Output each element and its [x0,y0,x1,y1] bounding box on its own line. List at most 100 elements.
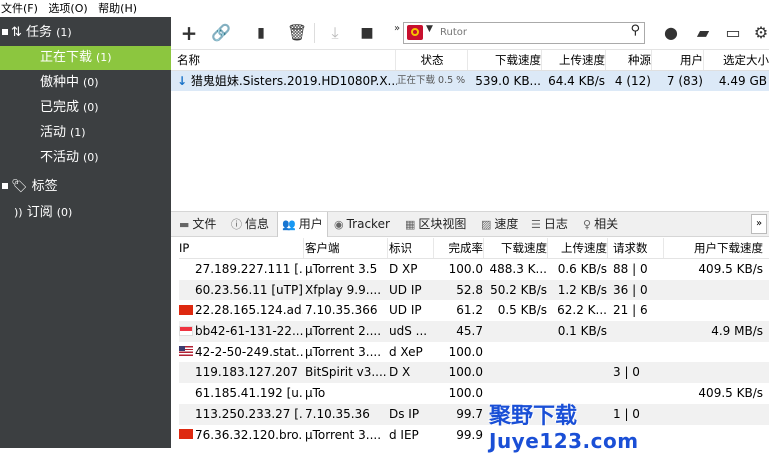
tab-tracker[interactable]: ◉ Tracker [334,212,390,236]
peer-down [485,342,547,363]
table-row[interactable]: 42-2-50-249.stat... µTorrent 3.... d XeP 10… [179,342,769,363]
search-provider-icon[interactable] [407,25,423,40]
peer-pct: 45.7 [456,324,483,339]
chart-icon: ▨ [481,218,492,231]
col-percent[interactable]: 完成率 [435,238,484,258]
peer-req: 36 | 0 [613,282,648,297]
peer-flags: UD IP [389,282,422,297]
download-arrow-icon[interactable]: ⤓ [323,21,347,45]
table-row[interactable]: 61.185.41.192 [u... µTo 100.0 409.5 KB/s [179,383,769,404]
add-torrent-icon[interactable]: + [177,21,201,45]
link-icon[interactable]: 🔗 [209,21,233,45]
peer-up: 1.2 KB/s [557,282,607,297]
flag-cn-icon [179,304,193,315]
peer-up [549,342,607,363]
peer-req: 88 | 0 [613,262,648,276]
peer-pct: 100.0 [448,344,483,359]
peer-ip: bb42-61-131-22... [179,321,303,342]
search-box[interactable]: ▼ ⚲ [403,22,645,44]
peer-down: 50.2 KB/s [490,282,547,297]
detail-tabs: ▬ 文件 ⓘ 信息 👥 用户 ◉ Tracker ▦ 区块视图 ▨ 速度 ☰ 日志 ♀ 相关 » [171,211,769,237]
monitor-icon[interactable]: ▭ [721,21,745,45]
peer-client: 7.10.35.366 [305,303,378,318]
tab-pieces[interactable]: ▦ 区块视图 [405,212,466,236]
create-torrent-icon[interactable]: ▮ [249,21,273,45]
table-row[interactable]: bb42-61-131-22... µTorrent 2.... udS ... 45… [179,321,769,342]
menu-file[interactable]: 文件(F) [0,2,44,15]
peer-flags: D X [389,365,411,380]
table-row[interactable]: 113.250.233.27 [... 7.10.35.36 Ds IP 99.7 1 … [179,403,769,425]
tab-related[interactable]: ♀ 相关 [583,212,618,236]
chevron-down-icon[interactable]: ▼ [426,24,433,34]
collapse-icon[interactable] [2,28,8,35]
tab-log[interactable]: ☰ 日志 [531,212,568,236]
col-flags[interactable]: 标识 [389,238,434,258]
blank-flag-icon [179,366,193,376]
peer-pct: 99.9 [456,427,483,442]
tracker-icon: ◉ [334,218,344,231]
col-status[interactable]: 状态 [397,50,468,70]
peer-ip: 119.183.127.207 [179,362,303,383]
menu-options[interactable]: 选项(O) [47,2,93,15]
torrent-peers: 7 (83) [666,74,703,88]
col-requests[interactable]: 请求数 [613,238,664,258]
table-row[interactable]: 119.183.127.207 BitSpirit v3.... D X 100.0 3… [179,362,769,384]
tabs-overflow-icon[interactable]: » [751,214,767,234]
search-input[interactable] [440,24,610,40]
col-size[interactable]: 选定大小 [705,50,769,70]
col-peer-up[interactable]: 上传速度 [549,238,608,258]
sidebar-item-feeds[interactable]: )) 订阅 (0) [0,201,185,225]
sidebar-item-tasks[interactable]: ⇅ 任务 (1) [0,21,173,45]
sidebar-item-label: 活动 [40,125,67,140]
col-peer-down[interactable]: 下载速度 [485,238,548,258]
col-name[interactable]: 名称 [177,50,396,70]
main-panel: + 🔗 ▮ 🗑 ⤓ ■ » ▼ ⚲ ● ▰ ▭ ⚙ 名称 状态 下载速度 上传速… [171,17,769,453]
tab-files[interactable]: ▬ 文件 [179,212,216,236]
tab-info[interactable]: ⓘ 信息 [231,212,269,236]
search-icon[interactable]: ⚲ [630,23,640,38]
peer-client: µTorrent 2.... [305,324,382,339]
peer-flags [389,383,433,404]
expand-icon[interactable] [2,182,8,189]
table-row[interactable]: 76.36.32.120.bro... µTorrent 3.... d IEP 99… [179,425,769,446]
col-seeds[interactable]: 种源 [607,50,652,70]
sidebar-item-labels[interactable]: 🏷 标签 [0,175,173,199]
table-row[interactable]: 60.23.56.11 [uTP] Xfplay 9.9.... UD IP 52.8… [179,279,769,301]
sidebar-item-count: (0) [83,151,99,164]
table-row[interactable]: ↓ 猎鬼姐妹.Sisters.2019.HD1080P.X... 正在下载 0.… [171,71,769,91]
peer-req: 3 | 0 [613,365,640,380]
tag-icon: 🏷 [11,179,28,194]
tab-speed[interactable]: ▨ 速度 [481,212,518,236]
chat-icon[interactable]: ▰ [691,21,715,45]
sidebar-item-label: 正在下载 [40,50,93,65]
sidebar-item-count: (0) [83,76,99,89]
peer-ip: 61.185.41.192 [u... [179,383,303,404]
table-row[interactable]: 22.28.165.124.ad... 7.10.35.366 UD IP 61.2 0… [179,300,769,321]
toolbar: + 🔗 ▮ 🗑 ⤓ ■ » ▼ ⚲ ● ▰ ▭ ⚙ [171,17,769,50]
peer-req [613,321,663,342]
col-peers[interactable]: 用户 [653,50,704,70]
bulb-small-icon: ♀ [583,218,592,231]
peer-down [485,362,547,383]
table-row[interactable]: 27.189.227.111 [... µTorrent 3.5 D XP 100.0… [179,259,769,280]
trash-icon[interactable]: 🗑 [285,21,309,45]
gear-icon[interactable]: ⚙ [749,21,769,45]
col-client[interactable]: 客户端 [305,238,388,258]
peer-ip: 60.23.56.11 [uTP] [179,280,303,301]
stop-icon[interactable]: ■ [355,21,379,45]
grid-icon: ▦ [405,218,416,231]
peer-peerdl: 4.9 MB/s [711,324,763,339]
col-down-speed[interactable]: 下载速度 [469,50,542,70]
col-up-speed[interactable]: 上传速度 [543,50,606,70]
log-icon: ☰ [531,218,541,231]
col-peer-dl-speed[interactable]: 用户下载速度 [665,238,763,258]
peer-pct: 61.2 [456,303,483,318]
tab-peers[interactable]: 👥 用户 [277,212,328,237]
peer-up: 0.6 KB/s [557,262,607,276]
col-ip[interactable]: IP [179,238,304,258]
peer-pct: 99.7 [456,406,483,421]
peer-up: 0.1 KB/s [557,324,607,339]
peer-pct: 100.0 [448,262,483,276]
bulb-icon[interactable]: ● [659,21,683,45]
menu-help[interactable]: 帮助(H) [97,2,143,15]
